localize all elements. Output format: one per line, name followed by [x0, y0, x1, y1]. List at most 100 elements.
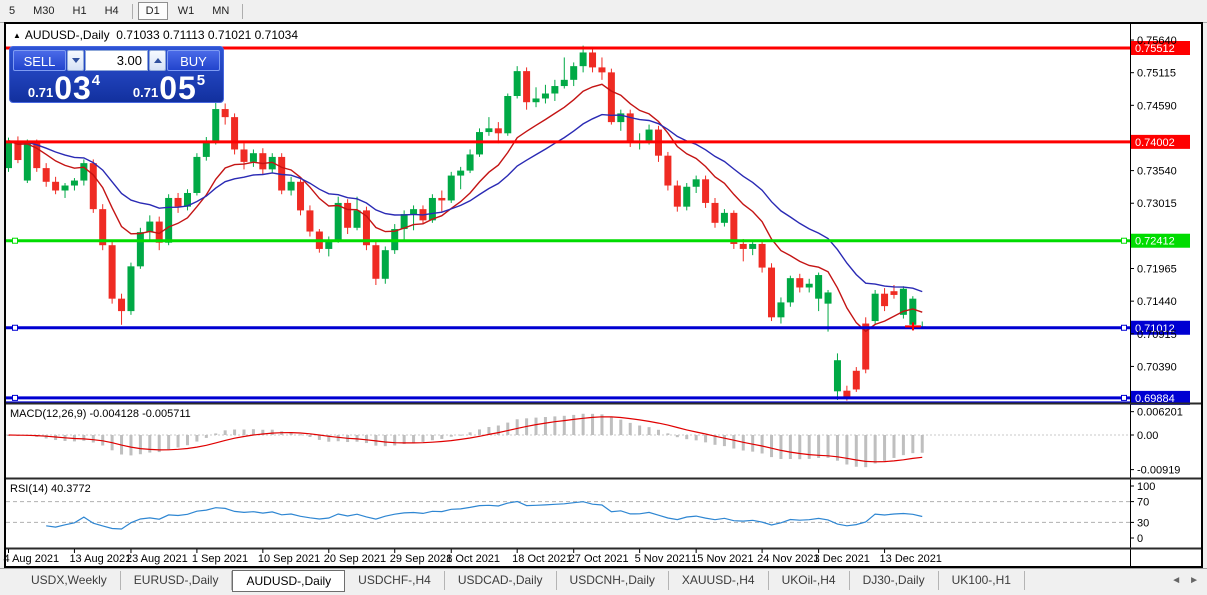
- svg-text:27 Oct 2021: 27 Oct 2021: [569, 553, 629, 565]
- chart-tab-eurusd-daily[interactable]: EURUSD-,Daily: [121, 571, 233, 590]
- candle: [127, 266, 135, 312]
- svg-text:70: 70: [1137, 497, 1149, 509]
- candle: [598, 67, 606, 73]
- sell-button[interactable]: SELL: [13, 50, 66, 71]
- candle: [711, 202, 719, 223]
- chart-tab-audusd-daily[interactable]: AUDUSD-,Daily: [232, 570, 346, 592]
- candle: [438, 197, 446, 201]
- chart-tab-usdcnh-daily[interactable]: USDCNH-,Daily: [557, 571, 669, 590]
- hline-handle[interactable]: [1121, 324, 1127, 331]
- svg-text:8 Oct 2021: 8 Oct 2021: [446, 553, 500, 565]
- svg-text:0.006201: 0.006201: [1137, 407, 1183, 419]
- macd-indicator-label: MACD(12,26,9) -0.004128 -0.005711: [10, 408, 191, 420]
- candle: [287, 181, 295, 191]
- svg-text:0.74002: 0.74002: [1135, 137, 1175, 149]
- buy-price-prefix: 0.71: [132, 85, 159, 100]
- svg-text:0.73540: 0.73540: [1137, 166, 1177, 178]
- svg-text:0.70390: 0.70390: [1137, 361, 1177, 373]
- buy-price-button[interactable]: 0.71 05 5: [118, 72, 220, 104]
- candle: [852, 370, 860, 390]
- svg-text:0.71440: 0.71440: [1137, 296, 1177, 308]
- candle: [6, 140, 12, 169]
- candle: [589, 52, 597, 68]
- hline-handle[interactable]: [1121, 394, 1127, 401]
- candle: [664, 155, 672, 186]
- candle: [909, 298, 917, 325]
- tab-scroll-right-icon[interactable]: ►: [1189, 575, 1199, 586]
- svg-text:13 Dec 2021: 13 Dec 2021: [880, 553, 942, 565]
- svg-text:0.00: 0.00: [1137, 430, 1158, 442]
- tab-scroll-left-icon[interactable]: ◄: [1171, 575, 1181, 586]
- svg-text:10 Sep 2021: 10 Sep 2021: [258, 553, 320, 565]
- svg-text:5 Nov 2021: 5 Nov 2021: [635, 553, 691, 565]
- candle: [504, 95, 512, 134]
- candle: [61, 185, 69, 191]
- chart-tab-uk100-h1[interactable]: UK100-,H1: [939, 571, 1025, 590]
- candle: [833, 360, 841, 392]
- svg-text:1 Sep 2021: 1 Sep 2021: [192, 553, 248, 565]
- hline-handle[interactable]: [12, 237, 18, 244]
- rsi-indicator-label: RSI(14) 40.3772: [10, 483, 91, 495]
- candle: [174, 197, 182, 207]
- chart-tab-usdx-weekly[interactable]: USDX,Weekly: [18, 571, 121, 590]
- sell-price-big-digits: 03: [54, 70, 92, 106]
- chart-tab-usdcad-daily[interactable]: USDCAD-,Daily: [445, 571, 557, 590]
- svg-text:0.71965: 0.71965: [1137, 264, 1177, 276]
- svg-text:100: 100: [1137, 481, 1155, 493]
- candle: [70, 180, 78, 186]
- candle: [52, 181, 60, 191]
- candle: [890, 291, 898, 295]
- chart-ohlc-values: 0.71033 0.71113 0.71021 0.71034: [116, 28, 299, 42]
- chart-tab-dj30-daily[interactable]: DJ30-,Daily: [850, 571, 939, 590]
- candle: [871, 293, 879, 322]
- one-click-trading-panel: SELL 3.00 BUY 0.71 03 4 0.71 05 5: [9, 46, 224, 106]
- collapse-chart-icon[interactable]: ▲: [13, 31, 21, 40]
- chart-tab-ukoil-h4[interactable]: UKOil-,H4: [769, 571, 850, 590]
- candle: [249, 153, 257, 162]
- candle: [202, 142, 210, 157]
- triangle-up-icon: [153, 58, 162, 63]
- candle: [353, 210, 361, 228]
- hline-handle[interactable]: [1121, 237, 1127, 244]
- candle: [523, 71, 531, 103]
- sell-price-button[interactable]: 0.71 03 4: [13, 70, 115, 106]
- candle: [457, 170, 465, 176]
- candle: [89, 163, 97, 210]
- svg-text:-0.00919: -0.00919: [1137, 465, 1180, 477]
- candle: [466, 154, 474, 171]
- candle: [513, 71, 521, 96]
- volume-input[interactable]: 3.00: [85, 50, 148, 71]
- svg-text:0.74590: 0.74590: [1137, 100, 1177, 112]
- candle: [297, 181, 305, 211]
- svg-text:0: 0: [1137, 533, 1143, 545]
- candle: [777, 302, 785, 318]
- svg-text:3 Dec 2021: 3 Dec 2021: [814, 553, 870, 565]
- sell-price-prefix: 0.71: [27, 85, 54, 100]
- svg-text:0.75115: 0.75115: [1137, 68, 1176, 80]
- hline-handle[interactable]: [12, 394, 18, 401]
- candle: [692, 179, 700, 187]
- candle: [749, 243, 757, 249]
- candle: [42, 168, 50, 182]
- candle: [165, 197, 173, 243]
- candle: [372, 245, 380, 279]
- candle: [240, 149, 248, 162]
- volume-decrease-button[interactable]: [67, 50, 84, 71]
- candle: [381, 250, 389, 279]
- svg-text:18 Oct 2021: 18 Oct 2021: [512, 553, 572, 565]
- candle: [136, 232, 144, 267]
- sell-price-pip-digit: 4: [91, 72, 101, 89]
- candle: [815, 275, 823, 299]
- volume-increase-button[interactable]: [149, 50, 166, 71]
- candle: [221, 109, 229, 118]
- svg-text:0.72412: 0.72412: [1135, 236, 1175, 248]
- hline-handle[interactable]: [12, 324, 18, 331]
- chart-tab-xauusd-h4[interactable]: XAUUSD-,H4: [669, 571, 769, 590]
- candle: [334, 202, 342, 241]
- candle: [673, 185, 681, 207]
- chart-tab-usdchf-h4[interactable]: USDCHF-,H4: [345, 571, 445, 590]
- chart-header: ▲ AUDUSD-,Daily 0.71033 0.71113 0.71021 0…: [13, 28, 298, 42]
- candle: [796, 278, 804, 288]
- candle: [532, 98, 540, 103]
- buy-button[interactable]: BUY: [167, 50, 220, 71]
